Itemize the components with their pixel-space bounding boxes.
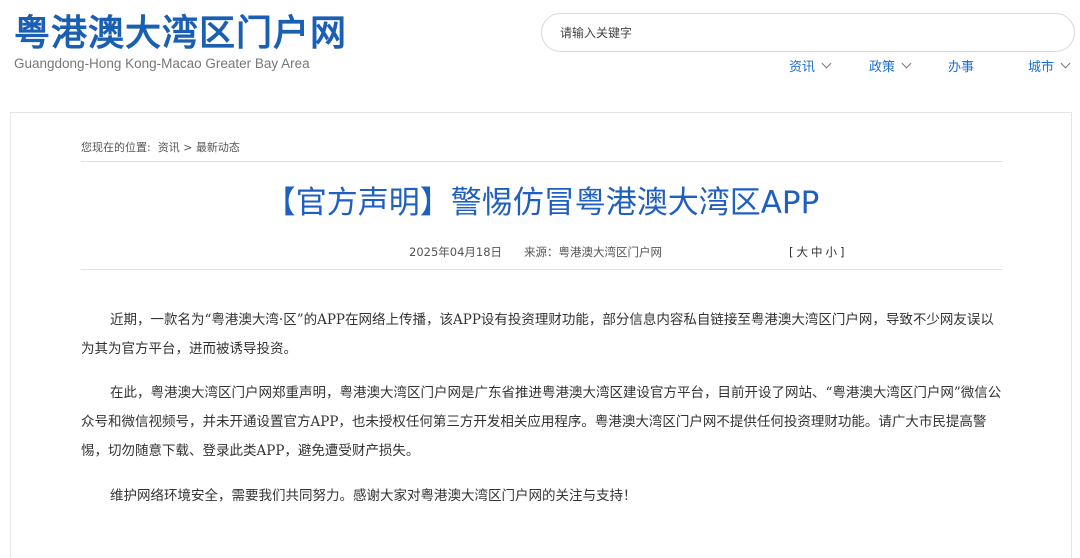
font-size-switcher: [大中小] [789, 244, 848, 260]
nav-item-services[interactable]: 办事 [948, 56, 974, 75]
article-paragraph: 在此，粤港澳大湾区门户网郑重声明，粤港澳大湾区门户网是广东省推进粤港澳大湾区建设… [81, 385, 1002, 459]
nav-item-news[interactable]: 资讯 [789, 56, 832, 75]
breadcrumb-link-news[interactable]: 资讯 [158, 141, 180, 154]
breadcrumb: 您现在的位置: 资讯 > 最新动态 [81, 139, 240, 155]
font-size-medium-button[interactable]: 中 [811, 245, 826, 259]
divider [81, 161, 1003, 162]
article-paragraph: 维护网络环境安全，需要我们共同努力。感谢大家对粤港澳大湾区门户网的关注与支持！ [110, 488, 637, 504]
nav-item-label: 资讯 [789, 60, 816, 75]
article-container: 您现在的位置: 资讯 > 最新动态 【官方声明】警惕仿冒粤港澳大湾区APP 20… [10, 112, 1072, 558]
bracket-close: ] [840, 245, 848, 259]
article-source: 来源：粤港澳大湾区门户网 [524, 245, 662, 259]
chevron-down-icon [821, 58, 832, 69]
font-size-small-button[interactable]: 小 [826, 245, 841, 259]
search-box[interactable] [541, 13, 1075, 52]
article-date: 2025年04月18日 [409, 245, 503, 259]
nav-item-label: 城市 [1028, 60, 1055, 75]
bracket-open: [ [789, 245, 797, 259]
chevron-down-icon [1060, 58, 1071, 69]
article-paragraph: 近期，一款名为“粤港澳大湾·区”的APP在网络上传播，该APP设有投资理财功能，… [81, 312, 994, 357]
breadcrumb-separator: > [183, 141, 193, 154]
nav-item-cities[interactable]: 城市 [1028, 56, 1071, 75]
font-size-large-button[interactable]: 大 [797, 245, 812, 259]
breadcrumb-prefix: 您现在的位置: [81, 141, 151, 154]
nav-item-label: 办事 [948, 60, 975, 75]
main-nav: 资讯 政策 办事 城市 [0, 56, 1080, 75]
nav-item-policy[interactable]: 政策 [869, 56, 912, 75]
divider [81, 269, 1003, 270]
chevron-down-icon [901, 58, 912, 69]
search-input[interactable] [542, 14, 1022, 51]
logo-title: 粤港澳大湾区门户网 [14, 13, 348, 54]
breadcrumb-link-latest[interactable]: 最新动态 [196, 141, 240, 154]
article-title: 【官方声明】警惕仿冒粤港澳大湾区APP [264, 185, 820, 221]
nav-item-label: 政策 [869, 60, 896, 75]
